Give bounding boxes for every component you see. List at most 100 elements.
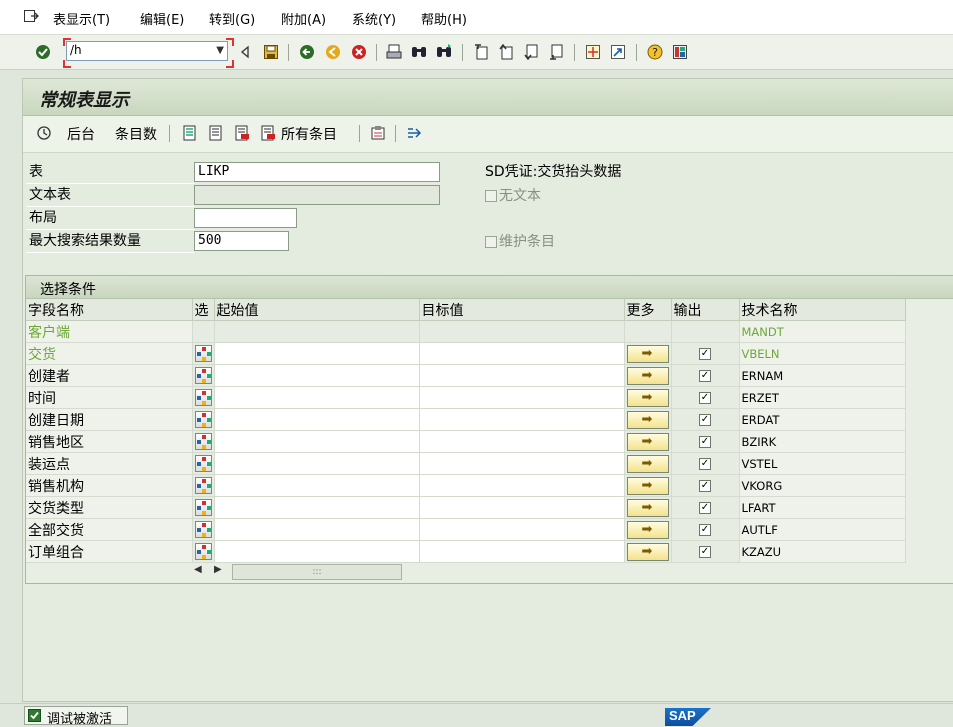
customize-layout-icon[interactable] bbox=[671, 43, 689, 61]
to-value-input[interactable] bbox=[419, 342, 625, 365]
enter-check-icon[interactable] bbox=[34, 43, 52, 61]
help-icon[interactable]: ? bbox=[646, 43, 664, 61]
layout-input[interactable] bbox=[194, 208, 297, 228]
menu-extras[interactable]: 附加(A) bbox=[281, 9, 326, 28]
print-icon[interactable] bbox=[385, 43, 403, 61]
delete-selection-icon[interactable] bbox=[233, 124, 251, 142]
from-value-input[interactable] bbox=[214, 364, 420, 387]
col-field-name: 字段名称 bbox=[26, 299, 193, 321]
select-options-icon[interactable] bbox=[194, 389, 212, 406]
command-field[interactable]: /h ▼ bbox=[66, 41, 228, 61]
menu-edit[interactable]: 编辑(E) bbox=[140, 9, 184, 28]
select-options-icon[interactable] bbox=[194, 499, 212, 516]
horizontal-scrollbar[interactable]: ◀ ▶ ::: bbox=[192, 563, 953, 581]
first-page-icon[interactable] bbox=[472, 43, 490, 61]
more-arrow-icon[interactable]: ➡ bbox=[626, 454, 669, 473]
output-checkbox[interactable]: ✓ bbox=[699, 523, 711, 536]
from-value-input[interactable] bbox=[214, 408, 420, 431]
to-value-input[interactable] bbox=[419, 364, 625, 387]
more-arrow-icon[interactable]: ➡ bbox=[626, 432, 669, 451]
previous-page-icon[interactable] bbox=[497, 43, 515, 61]
cancel-icon[interactable] bbox=[350, 43, 368, 61]
from-value-input[interactable] bbox=[214, 430, 420, 453]
menu-system[interactable]: 系统(Y) bbox=[352, 9, 396, 28]
variant-icon[interactable] bbox=[369, 124, 387, 142]
output-checkbox[interactable]: ✓ bbox=[699, 545, 711, 558]
new-session-icon[interactable] bbox=[584, 43, 602, 61]
to-value-input[interactable] bbox=[419, 518, 625, 541]
more-arrow-icon[interactable]: ➡ bbox=[626, 476, 669, 495]
more-arrow-icon[interactable]: ➡ bbox=[626, 498, 669, 517]
deselect-all-icon[interactable] bbox=[207, 124, 225, 142]
to-value-input[interactable] bbox=[419, 474, 625, 497]
output-checkbox[interactable]: ✓ bbox=[699, 435, 711, 448]
menu-goto[interactable]: 转到(G) bbox=[209, 9, 255, 28]
find-icon[interactable] bbox=[410, 43, 428, 61]
save-icon[interactable] bbox=[262, 43, 280, 61]
table-input[interactable]: LIKP bbox=[194, 162, 440, 182]
history-back-icon[interactable] bbox=[236, 43, 254, 61]
empty-cell bbox=[671, 320, 740, 343]
scroll-left-icon[interactable]: ◀ bbox=[194, 564, 202, 575]
to-value-input[interactable] bbox=[419, 430, 625, 453]
more-arrow-icon[interactable]: ➡ bbox=[626, 542, 669, 561]
output-checkbox[interactable]: ✓ bbox=[699, 501, 711, 514]
scroll-thumb[interactable]: ::: bbox=[232, 564, 402, 580]
select-options-icon[interactable] bbox=[194, 521, 212, 538]
more-arrow-icon[interactable]: ➡ bbox=[626, 344, 669, 363]
select-options-icon[interactable] bbox=[194, 433, 212, 450]
more-arrow-icon[interactable]: ➡ bbox=[626, 520, 669, 539]
more-arrow-icon[interactable]: ➡ bbox=[626, 410, 669, 429]
output-checkbox[interactable]: ✓ bbox=[699, 479, 711, 492]
from-value-input[interactable] bbox=[214, 386, 420, 409]
to-value-input[interactable] bbox=[419, 496, 625, 519]
output-checkbox[interactable]: ✓ bbox=[699, 457, 711, 470]
more-arrow-icon[interactable]: ➡ bbox=[626, 388, 669, 407]
more-arrow-icon[interactable]: ➡ bbox=[626, 366, 669, 385]
execute-background-icon[interactable] bbox=[35, 124, 53, 142]
select-options-icon[interactable] bbox=[194, 367, 212, 384]
menu-exit-icon[interactable] bbox=[22, 7, 40, 25]
shortcut-icon[interactable] bbox=[609, 43, 627, 61]
background-button[interactable]: 后台 bbox=[67, 124, 95, 144]
last-page-icon[interactable] bbox=[547, 43, 565, 61]
output-checkbox[interactable]: ✓ bbox=[699, 347, 711, 360]
find-next-icon[interactable] bbox=[435, 43, 453, 61]
from-value-input[interactable] bbox=[214, 540, 420, 563]
debug-toggle[interactable]: 调试被激活 bbox=[24, 706, 128, 727]
more-cell: ➡ bbox=[624, 452, 672, 475]
scroll-right-icon[interactable]: ▶ bbox=[214, 564, 222, 575]
to-value-input[interactable] bbox=[419, 386, 625, 409]
output-checkbox[interactable]: ✓ bbox=[699, 413, 711, 426]
exit-icon[interactable] bbox=[324, 43, 342, 61]
toolbar-separator bbox=[636, 44, 637, 61]
next-page-icon[interactable] bbox=[522, 43, 540, 61]
select-options-icon[interactable] bbox=[194, 345, 212, 362]
dropdown-icon[interactable]: ▼ bbox=[216, 45, 224, 56]
select-options-icon[interactable] bbox=[194, 411, 212, 428]
from-value-input[interactable] bbox=[214, 518, 420, 541]
output-checkbox[interactable]: ✓ bbox=[699, 369, 711, 382]
dynamic-selection-icon[interactable] bbox=[405, 124, 423, 142]
from-value-input[interactable] bbox=[214, 452, 420, 475]
all-entries-button[interactable]: 所有条目 bbox=[281, 124, 337, 144]
from-value-input[interactable] bbox=[214, 474, 420, 497]
select-all-icon[interactable] bbox=[181, 124, 199, 142]
output-checkbox[interactable]: ✓ bbox=[699, 391, 711, 404]
all-entries-icon[interactable] bbox=[259, 124, 277, 142]
to-value-input[interactable] bbox=[419, 540, 625, 563]
menu-help[interactable]: 帮助(H) bbox=[421, 9, 467, 28]
to-value-input[interactable] bbox=[419, 408, 625, 431]
select-options-icon[interactable] bbox=[194, 455, 212, 472]
field-label: 交货类型 bbox=[26, 496, 193, 519]
menu-table-display[interactable]: 表显示(T) bbox=[53, 9, 110, 28]
from-value-input[interactable] bbox=[214, 496, 420, 519]
col-to-value: 目标值 bbox=[419, 299, 625, 321]
to-value-input[interactable] bbox=[419, 452, 625, 475]
number-of-entries-button[interactable]: 条目数 bbox=[115, 124, 157, 144]
select-options-icon[interactable] bbox=[194, 477, 212, 494]
max-hits-input[interactable]: 500 bbox=[194, 231, 289, 251]
select-options-icon[interactable] bbox=[194, 543, 212, 560]
back-icon[interactable] bbox=[298, 43, 316, 61]
from-value-input[interactable] bbox=[214, 342, 420, 365]
